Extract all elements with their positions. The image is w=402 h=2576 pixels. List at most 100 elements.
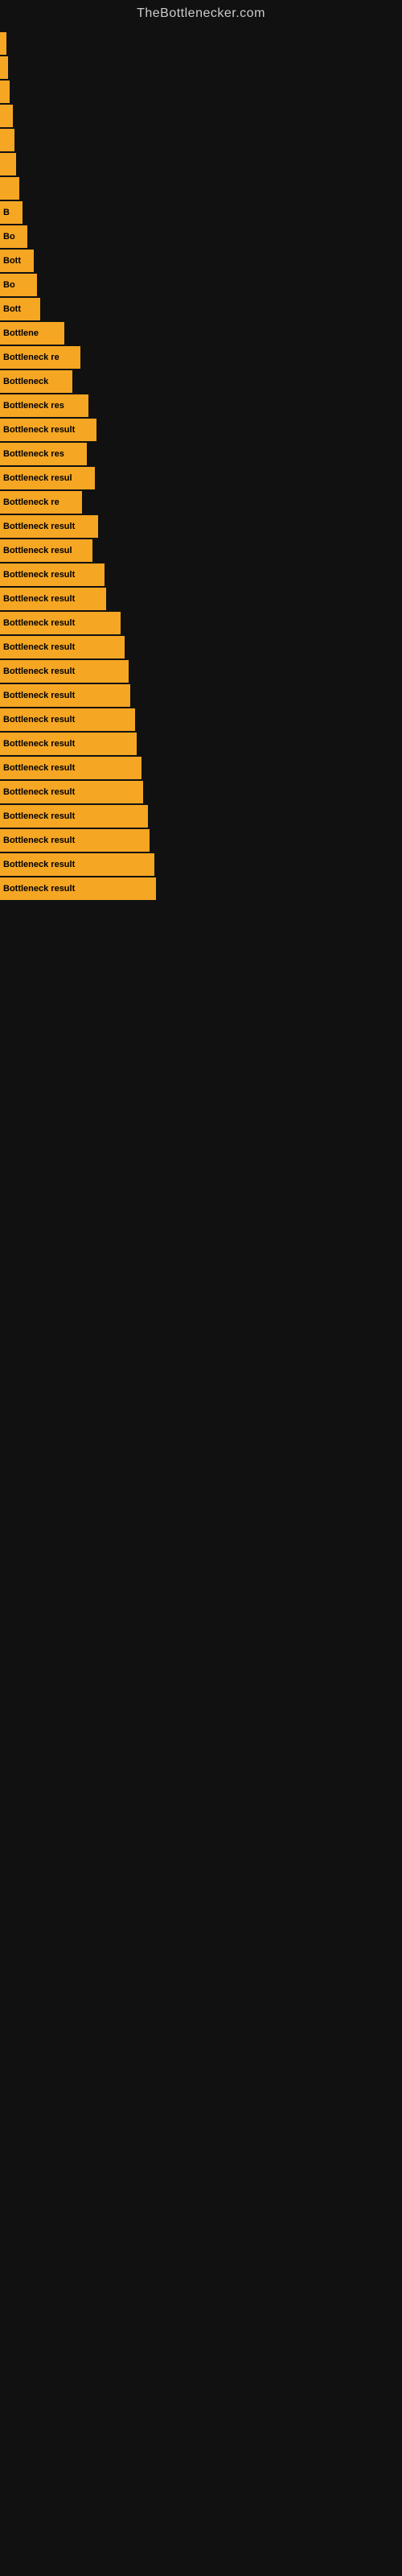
result-bar-7 xyxy=(0,177,19,200)
result-bar-25: Bottleneck result xyxy=(0,612,121,634)
bar-row xyxy=(0,105,402,127)
bar-row: Bottleneck re xyxy=(0,346,402,369)
result-bar-31: Bottleneck result xyxy=(0,757,142,779)
result-bar-10: Bott xyxy=(0,250,34,272)
result-bar-16: Bottleneck res xyxy=(0,394,88,417)
result-bar-34: Bottleneck result xyxy=(0,829,150,852)
bar-row: Bottleneck result xyxy=(0,781,402,803)
bar-row: Bo xyxy=(0,225,402,248)
bar-row xyxy=(0,56,402,79)
bar-row: Bottleneck resul xyxy=(0,467,402,489)
bar-label-33: Bottleneck result xyxy=(3,811,75,821)
result-bar-13: Bottlene xyxy=(0,322,64,345)
bar-row: B xyxy=(0,201,402,224)
result-bar-30: Bottleneck result xyxy=(0,733,137,755)
bar-row: Bottleneck result xyxy=(0,419,402,441)
result-bar-8: B xyxy=(0,201,23,224)
result-bar-20: Bottleneck re xyxy=(0,491,82,514)
bar-label-34: Bottleneck result xyxy=(3,836,75,845)
result-bar-6 xyxy=(0,153,16,175)
result-bar-14: Bottleneck re xyxy=(0,346,80,369)
bar-row: Bott xyxy=(0,250,402,272)
bar-label-23: Bottleneck result xyxy=(3,570,75,580)
bar-row: Bottleneck result xyxy=(0,612,402,634)
site-title: TheBottlenecker.com xyxy=(0,0,402,24)
bar-row: Bottleneck xyxy=(0,370,402,393)
result-bar-32: Bottleneck result xyxy=(0,781,143,803)
result-bar-1 xyxy=(0,32,6,55)
bar-label-18: Bottleneck res xyxy=(3,449,64,459)
result-bar-36: Bottleneck result xyxy=(0,877,156,900)
result-bar-18: Bottleneck res xyxy=(0,443,87,465)
result-bar-3 xyxy=(0,80,10,103)
bar-label-30: Bottleneck result xyxy=(3,739,75,749)
bar-row: Bottleneck result xyxy=(0,636,402,658)
bar-label-12: Bott xyxy=(3,304,21,314)
result-bar-28: Bottleneck result xyxy=(0,684,130,707)
bar-label-27: Bottleneck result xyxy=(3,667,75,676)
result-bar-15: Bottleneck xyxy=(0,370,72,393)
bar-label-19: Bottleneck resul xyxy=(3,473,72,483)
bar-row: Bottleneck res xyxy=(0,394,402,417)
bar-row: Bottleneck result xyxy=(0,684,402,707)
bar-label-29: Bottleneck result xyxy=(3,715,75,724)
result-bar-27: Bottleneck result xyxy=(0,660,129,683)
bar-label-21: Bottleneck result xyxy=(3,522,75,531)
bar-label-11: Bo xyxy=(3,280,15,290)
bar-row: Bo xyxy=(0,274,402,296)
result-bar-2 xyxy=(0,56,8,79)
bar-label-20: Bottleneck re xyxy=(3,497,59,507)
bar-row: Bottleneck result xyxy=(0,757,402,779)
result-bar-26: Bottleneck result xyxy=(0,636,125,658)
bar-row xyxy=(0,129,402,151)
bar-row xyxy=(0,80,402,103)
bar-row: Bottlene xyxy=(0,322,402,345)
bar-row xyxy=(0,32,402,55)
bar-row: Bottleneck result xyxy=(0,708,402,731)
result-bar-19: Bottleneck resul xyxy=(0,467,95,489)
bar-row: Bottleneck res xyxy=(0,443,402,465)
bar-label-15: Bottleneck xyxy=(3,377,48,386)
bar-label-17: Bottleneck result xyxy=(3,425,75,435)
result-bar-11: Bo xyxy=(0,274,37,296)
bar-row: Bottleneck result xyxy=(0,515,402,538)
bar-row xyxy=(0,153,402,175)
bar-label-22: Bottleneck resul xyxy=(3,546,72,555)
bar-row: Bottleneck result xyxy=(0,829,402,852)
result-bar-4 xyxy=(0,105,13,127)
bar-label-31: Bottleneck result xyxy=(3,763,75,773)
bar-row: Bottleneck result xyxy=(0,853,402,876)
bar-label-28: Bottleneck result xyxy=(3,691,75,700)
bar-label-32: Bottleneck result xyxy=(3,787,75,797)
bar-label-14: Bottleneck re xyxy=(3,353,59,362)
bar-label-35: Bottleneck result xyxy=(3,860,75,869)
bar-row: Bottleneck result xyxy=(0,733,402,755)
bar-row: Bottleneck re xyxy=(0,491,402,514)
bar-row: Bottleneck resul xyxy=(0,539,402,562)
bar-row: Bottleneck result xyxy=(0,588,402,610)
bar-label-13: Bottlene xyxy=(3,328,39,338)
bar-row: Bottleneck result xyxy=(0,660,402,683)
bar-row: Bottleneck result xyxy=(0,564,402,586)
bar-row: Bottleneck result xyxy=(0,877,402,900)
result-bar-29: Bottleneck result xyxy=(0,708,135,731)
bar-label-16: Bottleneck res xyxy=(3,401,64,411)
result-bar-23: Bottleneck result xyxy=(0,564,105,586)
bar-row xyxy=(0,177,402,200)
bar-label-8: B xyxy=(3,208,10,217)
bar-label-9: Bo xyxy=(3,232,15,242)
result-bar-17: Bottleneck result xyxy=(0,419,96,441)
bar-label-36: Bottleneck result xyxy=(3,884,75,894)
bar-row: Bott xyxy=(0,298,402,320)
result-bar-9: Bo xyxy=(0,225,27,248)
result-bar-21: Bottleneck result xyxy=(0,515,98,538)
bar-label-25: Bottleneck result xyxy=(3,618,75,628)
bar-row: Bottleneck result xyxy=(0,805,402,828)
result-bar-24: Bottleneck result xyxy=(0,588,106,610)
result-bar-33: Bottleneck result xyxy=(0,805,148,828)
bar-label-24: Bottleneck result xyxy=(3,594,75,604)
result-bar-35: Bottleneck result xyxy=(0,853,154,876)
result-bar-5 xyxy=(0,129,14,151)
result-bar-22: Bottleneck resul xyxy=(0,539,92,562)
result-bar-12: Bott xyxy=(0,298,40,320)
